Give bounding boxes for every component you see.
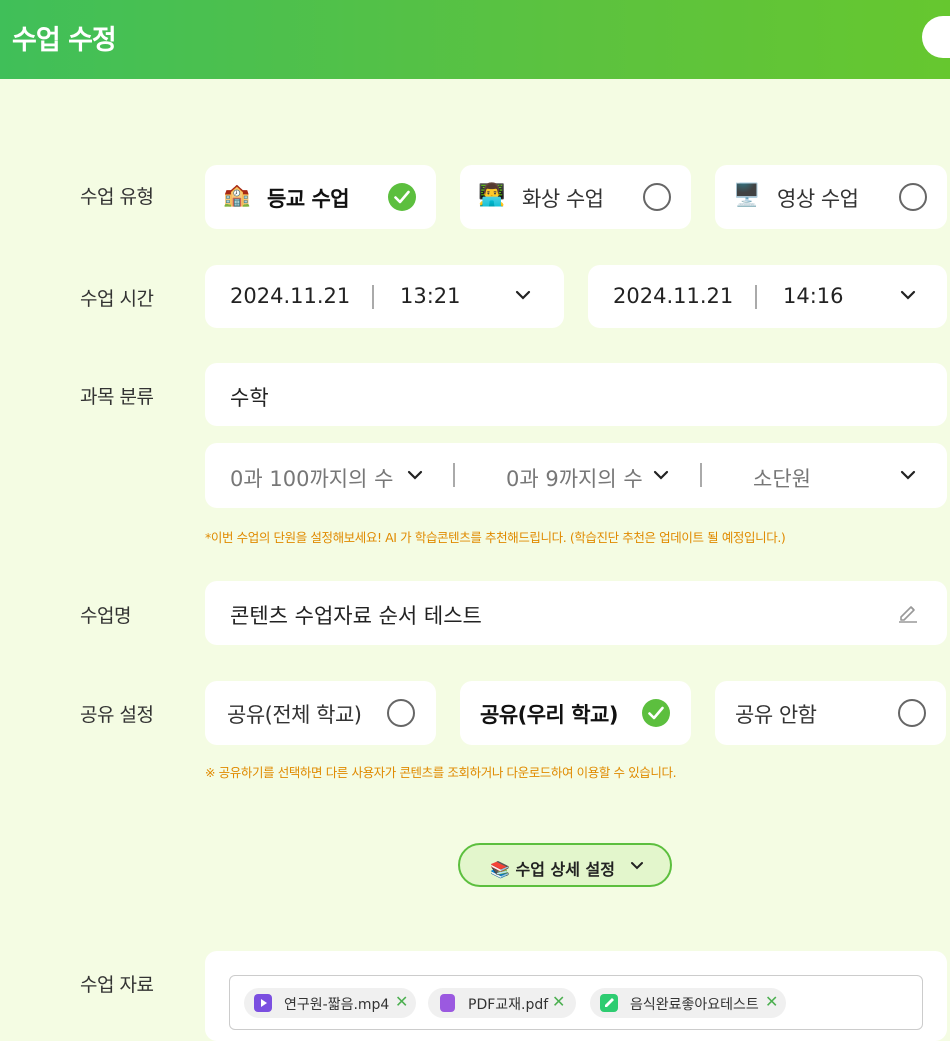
unit-hint: *이번 수업의 단원을 설정해보세요! AI 가 학습콘텐츠를 추천해드립니다.… (205, 530, 786, 545)
class-time-label: 수업 시간 (80, 288, 154, 310)
unit2-dropdown[interactable]: 0과 9까지의 수 (455, 443, 700, 508)
file-chip[interactable]: 연구원-짧음.mp4 ✕ (244, 988, 416, 1018)
radio-unchecked-icon (898, 699, 926, 727)
class-type-label: 수업 유형 (80, 186, 154, 208)
page-title: 수업 수정 (12, 25, 117, 56)
chevron-down-icon (631, 862, 643, 870)
checked-icon (642, 699, 670, 727)
header-toggle[interactable] (922, 16, 950, 58)
subject-label: 과목 분류 (80, 386, 154, 408)
class-type-option-label: 화상 수업 (522, 187, 604, 211)
file-name: 연구원-짧음.mp4 (284, 997, 390, 1013)
divider (755, 285, 757, 309)
file-chip[interactable]: 음식완료좋아요테스트 ✕ (590, 988, 786, 1018)
share-option-all-schools[interactable]: 공유(전체 학교) (205, 681, 436, 745)
remove-file-icon[interactable]: ✕ (765, 992, 778, 1011)
remove-file-icon[interactable]: ✕ (395, 992, 408, 1011)
radio-unchecked-icon (899, 183, 927, 211)
subject-value: 수학 (230, 386, 269, 410)
book-icon (440, 994, 455, 1012)
monitor-icon: 🖥️ (733, 183, 761, 208)
class-type-option-recorded[interactable]: 🖥️ 영상 수업 (715, 165, 947, 229)
share-option-our-school[interactable]: 공유(우리 학교) (460, 681, 691, 745)
video-icon (254, 994, 272, 1012)
share-option-label: 공유 안함 (735, 703, 817, 727)
divider (372, 285, 374, 309)
unit1-dropdown[interactable]: 0과 100까지의 수 (205, 443, 453, 508)
start-date: 2024.11.21 (230, 284, 351, 308)
chevron-down-icon (900, 290, 916, 300)
end-date: 2024.11.21 (613, 284, 734, 308)
chevron-down-icon (407, 470, 423, 480)
start-time: 13:21 (400, 284, 461, 308)
subject-select[interactable]: 수학 (205, 363, 947, 426)
note-icon (600, 994, 618, 1012)
class-name-input[interactable]: 콘텐츠 수업자료 순서 테스트 (205, 581, 947, 645)
radio-unchecked-icon (643, 183, 671, 211)
share-option-label: 공유(우리 학교) (480, 703, 618, 727)
unit3-value: 소단원 (753, 467, 811, 491)
class-name-value: 콘텐츠 수업자료 순서 테스트 (230, 604, 482, 628)
share-option-none[interactable]: 공유 안함 (715, 681, 946, 745)
school-icon: 🏫 (223, 183, 251, 208)
start-datetime-picker[interactable]: 2024.11.21 13:21 (205, 265, 564, 328)
unit2-value: 0과 9까지의 수 (506, 467, 643, 491)
radio-unchecked-icon (387, 699, 415, 727)
pencil-icon[interactable] (897, 601, 919, 623)
materials-label: 수업 자료 (80, 974, 154, 996)
file-name: 음식완료좋아요테스트 (630, 997, 759, 1013)
class-type-option-video-call[interactable]: 👨‍💻 화상 수업 (460, 165, 691, 229)
chevron-down-icon (515, 290, 531, 300)
end-time: 14:16 (783, 284, 844, 308)
file-name: PDF교재.pdf (468, 997, 549, 1013)
unit3-dropdown[interactable]: 소단원 (702, 443, 947, 508)
remove-file-icon[interactable]: ✕ (552, 992, 565, 1011)
class-name-label: 수업명 (80, 605, 131, 627)
share-label: 공유 설정 (80, 704, 154, 726)
materials-file-list: 연구원-짧음.mp4 ✕ PDF교재.pdf ✕ 음식완료좋아요테스트 ✕ (229, 975, 923, 1030)
chevron-down-icon (653, 470, 669, 480)
checked-icon (388, 183, 416, 211)
unit1-value: 0과 100까지의 수 (230, 467, 394, 491)
share-hint: ※ 공유하기를 선택하면 다른 사용자가 콘텐츠를 조회하거나 다운로드하여 이… (205, 765, 677, 780)
class-type-option-label: 등교 수업 (267, 187, 350, 211)
chevron-down-icon (900, 470, 916, 480)
end-datetime-picker[interactable]: 2024.11.21 14:16 (588, 265, 947, 328)
share-option-label: 공유(전체 학교) (227, 703, 362, 727)
unit-selector: 0과 100까지의 수 0과 9까지의 수 소단원 (205, 443, 947, 508)
class-type-option-in-person[interactable]: 🏫 등교 수업 (205, 165, 436, 229)
file-chip[interactable]: PDF교재.pdf ✕ (428, 988, 576, 1018)
detail-button-label: 📚 수업 상세 설정 (490, 860, 615, 879)
technologist-icon: 👨‍💻 (478, 183, 506, 208)
app-header: 수업 수정 (0, 0, 950, 79)
class-detail-settings-button[interactable]: 📚 수업 상세 설정 (458, 843, 672, 887)
class-type-option-label: 영상 수업 (777, 187, 859, 211)
